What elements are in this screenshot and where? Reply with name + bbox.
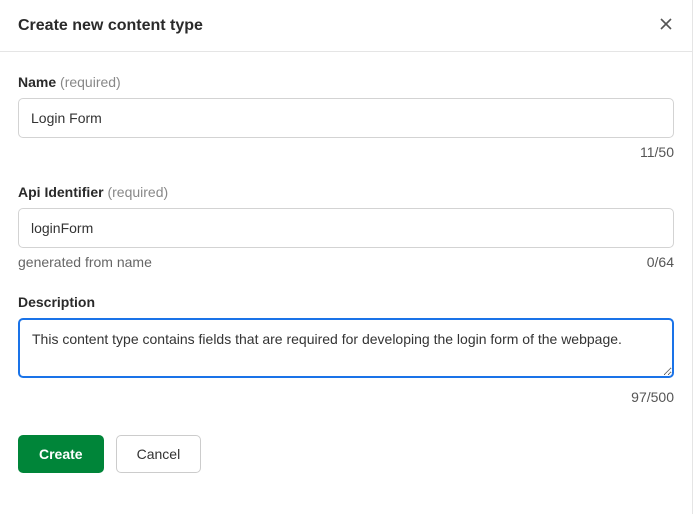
description-label-text: Description xyxy=(18,294,95,310)
description-meta: 97/500 xyxy=(18,389,674,405)
cancel-button[interactable]: Cancel xyxy=(116,435,202,473)
api-identifier-label: Api Identifier (required) xyxy=(18,184,674,200)
name-meta: 11/50 xyxy=(18,144,674,160)
api-identifier-meta: generated from name 0/64 xyxy=(18,254,674,270)
create-button[interactable]: Create xyxy=(18,435,104,473)
description-field-group: Description 97/500 xyxy=(18,294,674,405)
description-label: Description xyxy=(18,294,674,310)
name-input[interactable] xyxy=(18,98,674,138)
name-label-text: Name xyxy=(18,74,56,90)
dialog-header: Create new content type xyxy=(0,0,692,52)
api-identifier-required-text: (required) xyxy=(107,184,168,200)
description-counter: 97/500 xyxy=(631,389,674,405)
description-input[interactable] xyxy=(18,318,674,378)
api-identifier-field-group: Api Identifier (required) generated from… xyxy=(18,184,674,270)
dialog-title: Create new content type xyxy=(18,17,203,35)
name-counter: 11/50 xyxy=(640,144,674,160)
dialog-body: Name (required) 11/50 Api Identifier (re… xyxy=(0,52,692,491)
api-identifier-hint: generated from name xyxy=(18,254,152,270)
api-identifier-input[interactable] xyxy=(18,208,674,248)
dialog-actions: Create Cancel xyxy=(18,435,674,473)
name-label: Name (required) xyxy=(18,74,674,90)
api-identifier-label-text: Api Identifier xyxy=(18,184,104,200)
name-field-group: Name (required) 11/50 xyxy=(18,74,674,160)
close-icon xyxy=(658,16,674,35)
name-required-text: (required) xyxy=(60,74,121,90)
close-button[interactable] xyxy=(658,16,674,35)
api-identifier-counter: 0/64 xyxy=(647,254,674,270)
